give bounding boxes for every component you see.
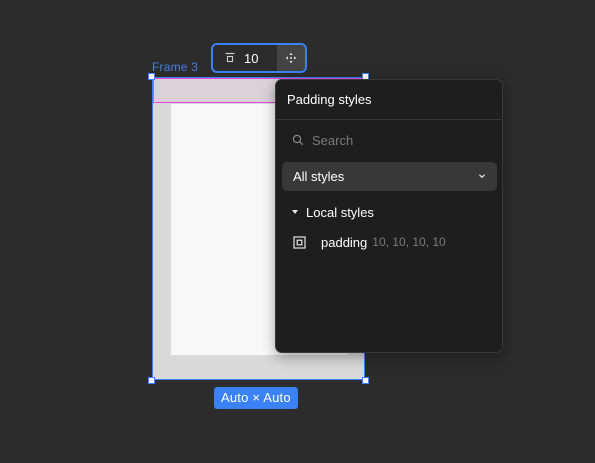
padding-top-icon: [223, 51, 237, 65]
style-item-value: 10, 10, 10, 10: [372, 235, 446, 249]
popover-title: Padding styles: [276, 80, 502, 120]
size-badge: Auto × Auto: [214, 387, 298, 409]
styles-filter-label: All styles: [293, 169, 345, 184]
search-icon: [291, 133, 305, 147]
chevron-down-icon: [477, 168, 487, 186]
local-styles-section-toggle[interactable]: Local styles: [276, 203, 502, 221]
frame-name-label[interactable]: Frame 3: [152, 60, 198, 74]
style-item-name: padding: [321, 234, 368, 250]
resize-handle-bottom-left[interactable]: [148, 377, 155, 384]
search-input[interactable]: [312, 132, 482, 148]
resize-handle-bottom-right[interactable]: [362, 377, 369, 384]
padding-styles-popover: Padding styles All styles Local styles: [275, 79, 503, 353]
padding-input-control[interactable]: 10: [211, 43, 307, 73]
move-arrows-icon[interactable]: [277, 45, 305, 71]
style-item-padding[interactable]: padding 10, 10, 10, 10: [276, 233, 502, 251]
caret-down-icon: [291, 208, 299, 216]
padding-style-icon: [293, 235, 306, 249]
padding-value[interactable]: 10: [244, 51, 277, 66]
styles-filter-dropdown[interactable]: All styles: [282, 162, 497, 191]
resize-handle-top-left[interactable]: [148, 73, 155, 80]
section-label: Local styles: [306, 204, 374, 220]
search-row[interactable]: [276, 120, 502, 160]
